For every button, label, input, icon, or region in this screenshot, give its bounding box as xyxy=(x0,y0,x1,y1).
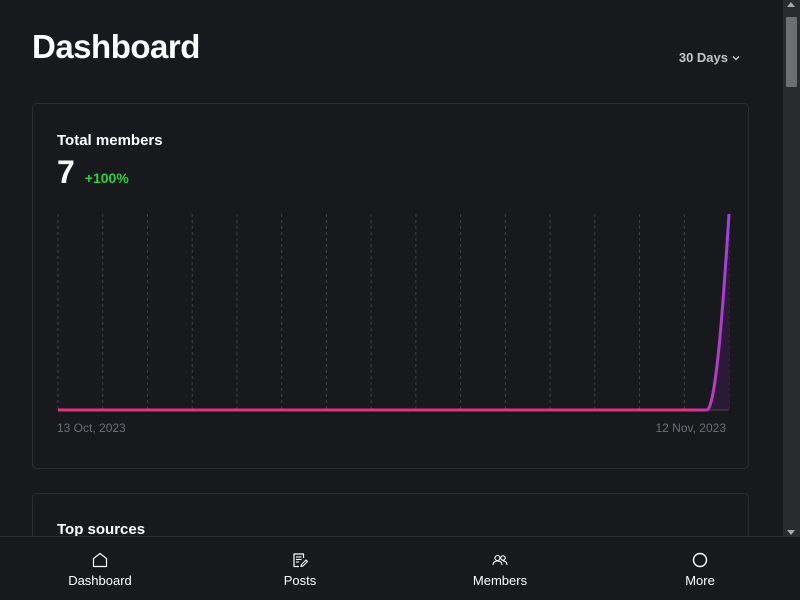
nav-item-more[interactable]: More xyxy=(600,537,800,600)
x-axis-end-label: 12 Nov, 2023 xyxy=(656,421,727,435)
chevron-down-icon xyxy=(732,55,740,60)
chart-series-line xyxy=(58,213,731,412)
chart-gridlines xyxy=(57,214,730,410)
date-range-select[interactable]: 30 Days xyxy=(679,50,740,65)
total-members-card: Total members 7 +100% 13 Oct, 2023 12 No… xyxy=(32,103,749,469)
nav-item-dashboard[interactable]: Dashboard xyxy=(0,537,200,600)
nav-label-dashboard: Dashboard xyxy=(68,573,132,588)
vertical-scrollbar[interactable] xyxy=(783,0,800,537)
chart-area-fill xyxy=(58,214,729,410)
nav-label-members: Members xyxy=(472,573,528,588)
page-title: Dashboard xyxy=(32,28,200,65)
members-chart: 13 Oct, 2023 12 Nov, 2023 xyxy=(57,213,731,435)
scroll-up-arrow-icon[interactable] xyxy=(787,2,795,7)
bottom-nav: Dashboard Posts Members More xyxy=(0,536,800,600)
home-icon xyxy=(92,552,108,568)
x-axis-start-label: 13 Oct, 2023 xyxy=(57,421,126,435)
posts-icon xyxy=(293,553,309,568)
nav-item-members[interactable]: Members xyxy=(400,537,600,600)
members-icon xyxy=(492,554,508,566)
scroll-thumb[interactable] xyxy=(786,17,797,87)
date-range-label: 30 Days xyxy=(678,50,728,65)
app-root: Dashboard 30 Days Total members 7 +100% xyxy=(0,0,800,600)
nav-label-posts: Posts xyxy=(283,573,317,588)
nav-item-posts[interactable]: Posts xyxy=(200,537,400,600)
nav-label-more: More xyxy=(685,573,715,588)
more-icon xyxy=(692,552,708,568)
scroll-down-arrow-icon[interactable] xyxy=(787,530,795,535)
